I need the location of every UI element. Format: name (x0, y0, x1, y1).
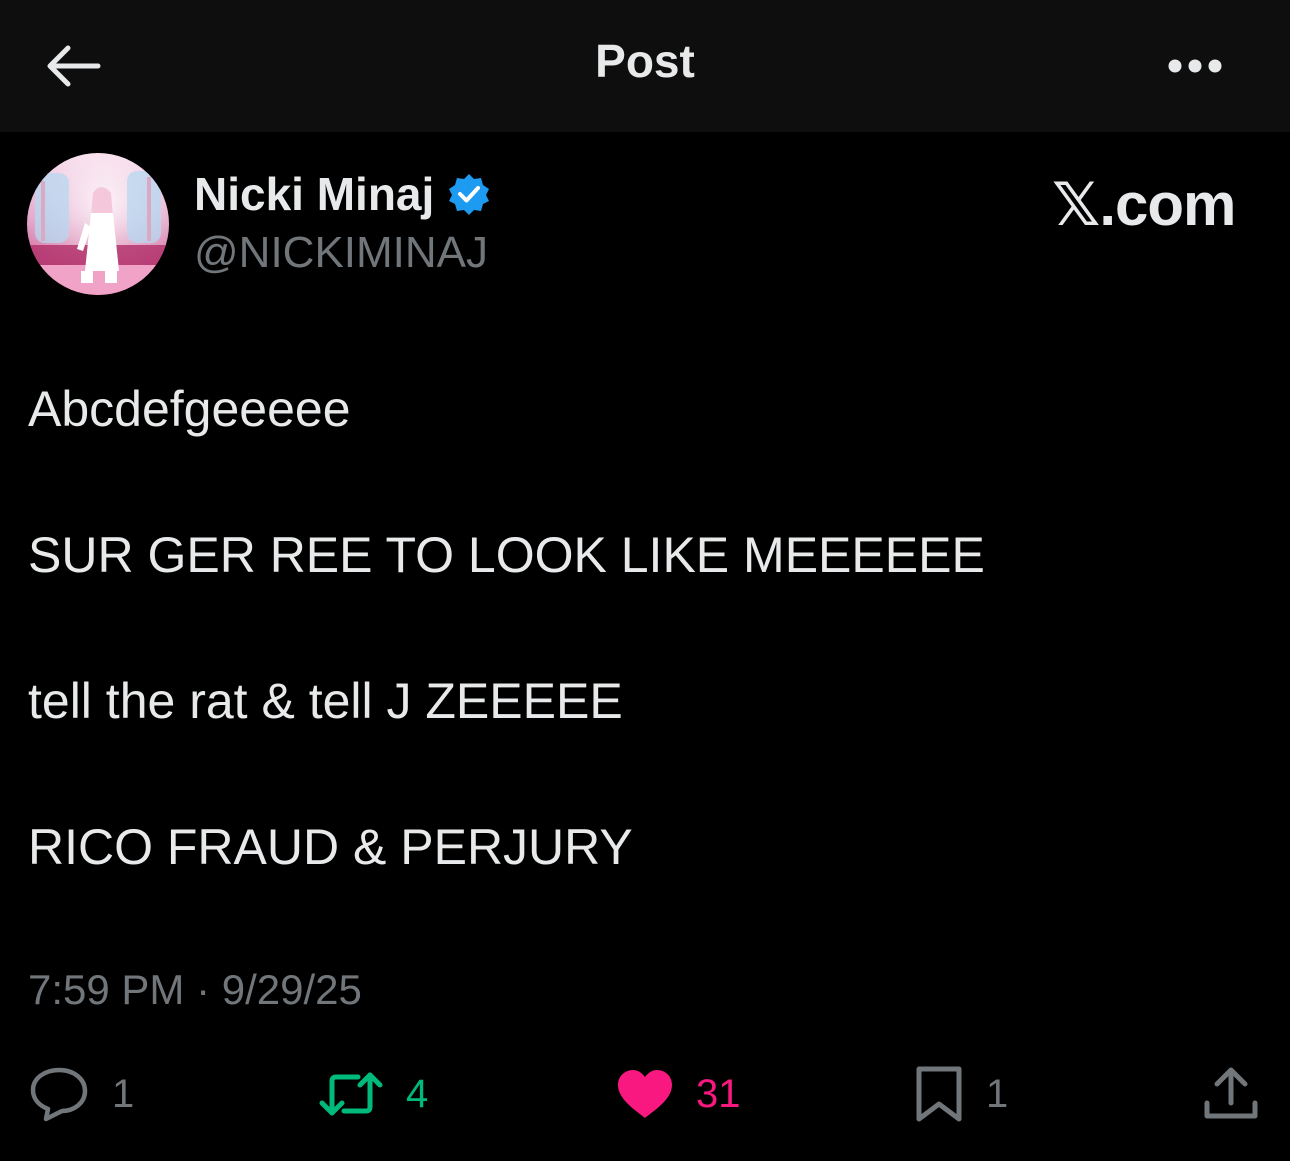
page-title: Post (595, 35, 695, 87)
reply-button[interactable]: 1 (28, 1060, 134, 1128)
share-button[interactable] (1202, 1060, 1260, 1128)
tweet-text-line: tell the rat & tell J ZEEEEE (28, 673, 623, 729)
author-handle[interactable]: @NICKIMINAJ (194, 228, 488, 278)
tweet-text-line: Abcdefgeeeee (28, 381, 351, 437)
reply-count: 1 (112, 1071, 135, 1116)
post-timestamp[interactable]: 7:59 PM · 9/29/25 (28, 966, 362, 1014)
verified-badge-icon (449, 174, 490, 215)
avatar-image (27, 153, 169, 295)
bookmark-count: 1 (986, 1071, 1009, 1116)
repost-button[interactable]: 4 (318, 1060, 428, 1128)
reply-icon (30, 1067, 88, 1122)
tweet-text-line: RICO FRAUD & PERJURY (28, 819, 633, 875)
author-display-name[interactable]: Nicki Minaj (194, 167, 434, 221)
share-icon (1204, 1067, 1258, 1119)
top-bar: Post (0, 0, 1290, 132)
bookmark-button[interactable]: 1 (914, 1060, 1008, 1128)
more-horizontal-icon (1168, 59, 1222, 73)
heart-filled-icon (618, 1070, 672, 1118)
more-options-button[interactable] (1160, 40, 1230, 92)
like-count: 31 (696, 1071, 741, 1116)
bookmark-icon (916, 1066, 962, 1122)
avatar[interactable] (27, 153, 169, 295)
x-com-watermark: 𝕏.com (1052, 170, 1236, 240)
watermark-suffix: .com (1099, 171, 1236, 238)
author-name-row[interactable]: Nicki Minaj (194, 166, 490, 222)
x-logo-icon: 𝕏 (1052, 170, 1100, 240)
tweet-text-line: SUR GER REE TO LOOK LIKE MEEEEEE (28, 527, 985, 583)
repost-count: 4 (406, 1071, 429, 1116)
repost-icon (319, 1072, 383, 1116)
like-button[interactable]: 31 (616, 1060, 741, 1128)
